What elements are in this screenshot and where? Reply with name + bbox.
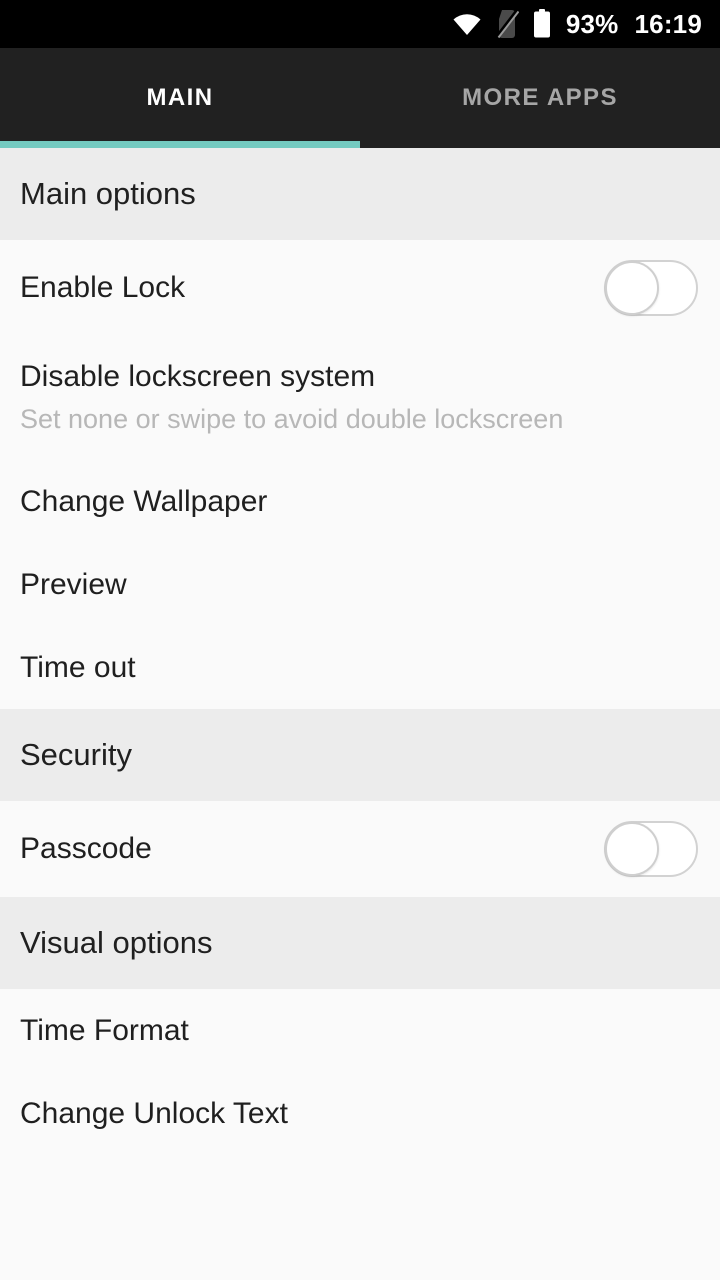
row-texts: Preview bbox=[20, 567, 127, 603]
tab-main-label: MAIN bbox=[146, 84, 214, 111]
row-title: Change Wallpaper bbox=[20, 484, 268, 518]
section-header-main-options: Main options bbox=[0, 148, 720, 240]
row-texts: Change Unlock Text bbox=[20, 1096, 288, 1132]
row-title: Time out bbox=[20, 650, 136, 684]
row-title: Enable Lock bbox=[20, 271, 186, 304]
section-header-label: Security bbox=[20, 737, 132, 772]
row-disable-lockscreen-system[interactable]: Disable lockscreen system Set none or sw… bbox=[0, 336, 720, 460]
row-passcode[interactable]: Passcode bbox=[0, 801, 720, 897]
row-time-format[interactable]: Time Format bbox=[0, 989, 720, 1072]
row-enable-lock[interactable]: Enable Lock bbox=[0, 240, 720, 336]
row-title: Disable lockscreen system bbox=[20, 360, 376, 394]
battery-icon bbox=[532, 9, 552, 39]
row-title: Passcode bbox=[20, 832, 152, 865]
row-texts: Disable lockscreen system Set none or sw… bbox=[20, 359, 563, 437]
toggle-thumb bbox=[605, 822, 659, 876]
no-sim-icon bbox=[495, 9, 519, 39]
status-bar-icons bbox=[452, 9, 552, 39]
status-bar: 93% 16:19 bbox=[0, 0, 720, 48]
section-header-label: Visual options bbox=[20, 925, 213, 960]
tab-more-apps[interactable]: MORE APPS bbox=[360, 48, 720, 148]
row-texts: Time Format bbox=[20, 1013, 189, 1049]
settings-list: Main options Enable Lock Disable lockscr… bbox=[0, 148, 720, 1155]
status-bar-clock: 16:19 bbox=[634, 9, 702, 39]
row-change-wallpaper[interactable]: Change Wallpaper bbox=[0, 460, 720, 543]
row-preview[interactable]: Preview bbox=[0, 543, 720, 626]
row-texts: Change Wallpaper bbox=[20, 484, 267, 520]
tab-more-apps-label: MORE APPS bbox=[462, 84, 618, 111]
row-time-out[interactable]: Time out bbox=[0, 626, 720, 709]
section-header-security: Security bbox=[0, 709, 720, 801]
row-title: Time Format bbox=[20, 1013, 189, 1047]
row-change-unlock-text[interactable]: Change Unlock Text bbox=[0, 1072, 720, 1155]
section-header-visual-options: Visual options bbox=[0, 897, 720, 989]
row-texts: Time out bbox=[20, 650, 136, 686]
tab-bar: MAIN MORE APPS bbox=[0, 48, 720, 148]
toggle-thumb bbox=[605, 261, 659, 315]
toggle-passcode[interactable] bbox=[604, 821, 698, 877]
row-title: Preview bbox=[20, 567, 127, 601]
row-title: Change Unlock Text bbox=[20, 1096, 288, 1130]
tab-main[interactable]: MAIN bbox=[0, 48, 360, 148]
toggle-enable-lock[interactable] bbox=[604, 260, 698, 316]
tab-selected-indicator bbox=[0, 141, 360, 148]
app-screen: 93% 16:19 MAIN MORE APPS Main options En… bbox=[0, 0, 720, 1280]
battery-percent-label: 93% bbox=[565, 9, 619, 39]
row-subtitle: Set none or swipe to avoid double locksc… bbox=[20, 404, 564, 435]
wifi-icon bbox=[452, 12, 482, 36]
row-texts: Enable Lock bbox=[20, 270, 185, 306]
section-header-label: Main options bbox=[20, 176, 196, 211]
row-texts: Passcode bbox=[20, 831, 152, 867]
